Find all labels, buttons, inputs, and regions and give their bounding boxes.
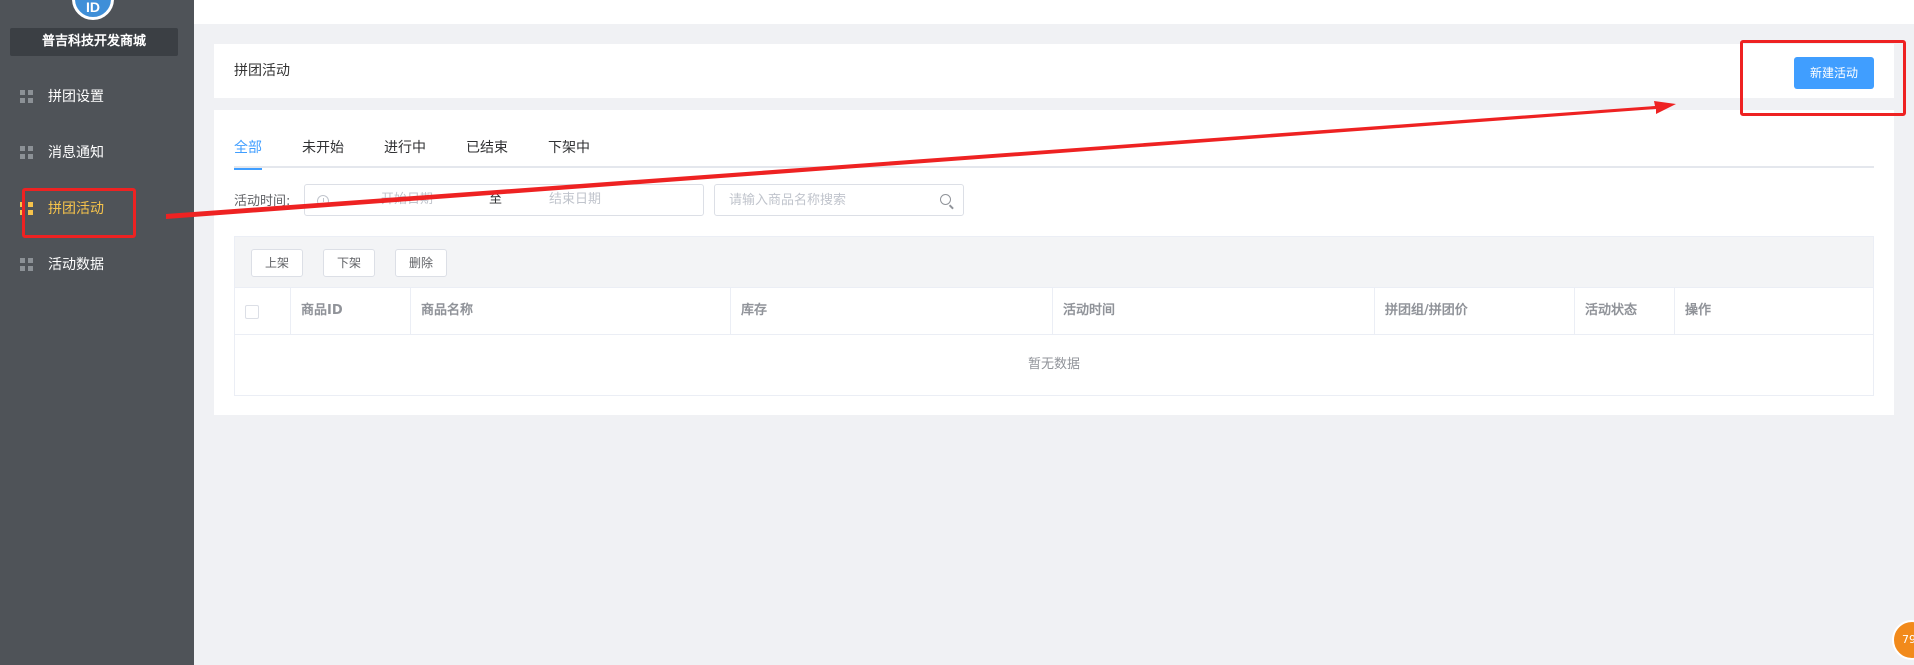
column-header: 拼团组/拼团价 [1374, 288, 1574, 335]
annotation-box-menu [22, 188, 136, 238]
date-range-picker[interactable]: 开始日期 至 结束日期 [304, 184, 704, 216]
column-header: 操作 [1674, 288, 1873, 335]
grid-icon [20, 257, 33, 271]
table-toolbar: 上架 下架 删除 [235, 237, 1873, 287]
logo-icon: ID [72, 0, 114, 20]
product-search [714, 184, 964, 216]
sidebar-item-activity-data[interactable]: 活动数据 [0, 236, 194, 292]
take-off-shelf-button[interactable]: 下架 [323, 249, 376, 277]
select-all-checkbox[interactable] [245, 305, 259, 319]
top-header [194, 0, 1914, 24]
delete-button[interactable]: 删除 [395, 249, 448, 277]
main-card: 全部 未开始 进行中 已结束 下架中 活动时间: 开始日期 至 结束日期 上架 … [214, 110, 1894, 415]
grid-icon [20, 145, 33, 159]
page-title: 拼团活动 [234, 63, 290, 79]
sidebar-item-group-settings[interactable]: 拼团设置 [0, 68, 194, 124]
search-input[interactable] [715, 185, 935, 215]
column-header: 商品ID [290, 288, 410, 335]
table-header: 商品ID 商品名称 库存 活动时间 拼团组/拼团价 活动状态 操作 [235, 287, 1873, 335]
tab-all[interactable]: 全部 [234, 138, 262, 170]
empty-state: 暂无数据 [1027, 357, 1080, 372]
activity-table: 上架 下架 删除 商品ID 商品名称 库存 活动时间 拼团组/拼团价 活动状态 … [234, 236, 1874, 396]
tab-off-shelf[interactable]: 下架中 [548, 138, 590, 168]
store-name: 普吉科技开发商城 [10, 28, 178, 56]
sidebar-item-label: 拼团设置 [48, 89, 104, 105]
put-on-shelf-button[interactable]: 上架 [251, 249, 304, 277]
clock-icon [317, 195, 329, 207]
status-tabs: 全部 未开始 进行中 已结束 下架中 [234, 138, 1874, 170]
tab-label: 下架中 [548, 140, 590, 156]
grid-icon [20, 89, 33, 103]
column-header: 活动状态 [1574, 288, 1674, 335]
tab-active-indicator [234, 168, 262, 170]
tab-label: 已结束 [466, 140, 508, 156]
tab-in-progress[interactable]: 进行中 [384, 138, 426, 168]
select-all-cell [235, 288, 290, 335]
tab-label: 未开始 [302, 140, 344, 156]
floating-counter-badge[interactable]: 79 [1892, 620, 1914, 660]
column-header: 活动时间 [1052, 288, 1374, 335]
sidebar: ID 普吉科技开发商城 拼团设置 消息通知 拼团活动 活动数据 [0, 0, 194, 665]
tab-label: 全部 [234, 140, 262, 156]
sidebar-item-notifications[interactable]: 消息通知 [0, 124, 194, 180]
column-header: 商品名称 [410, 288, 730, 335]
range-separator: 至 [489, 192, 503, 207]
start-date-input[interactable]: 开始日期 [381, 185, 433, 215]
title-card: 拼团活动 [214, 44, 1894, 98]
end-date-input[interactable]: 结束日期 [549, 185, 601, 215]
search-icon[interactable] [940, 194, 951, 205]
sidebar-item-label: 活动数据 [48, 257, 104, 273]
annotation-box-button [1740, 40, 1906, 116]
logo-text: ID [86, 0, 100, 15]
tab-not-started[interactable]: 未开始 [302, 138, 344, 168]
column-header: 库存 [730, 288, 1052, 335]
time-filter-label: 活动时间: [234, 194, 291, 209]
tab-label: 进行中 [384, 140, 426, 156]
tab-ended[interactable]: 已结束 [466, 138, 508, 168]
sidebar-item-label: 消息通知 [48, 145, 104, 161]
